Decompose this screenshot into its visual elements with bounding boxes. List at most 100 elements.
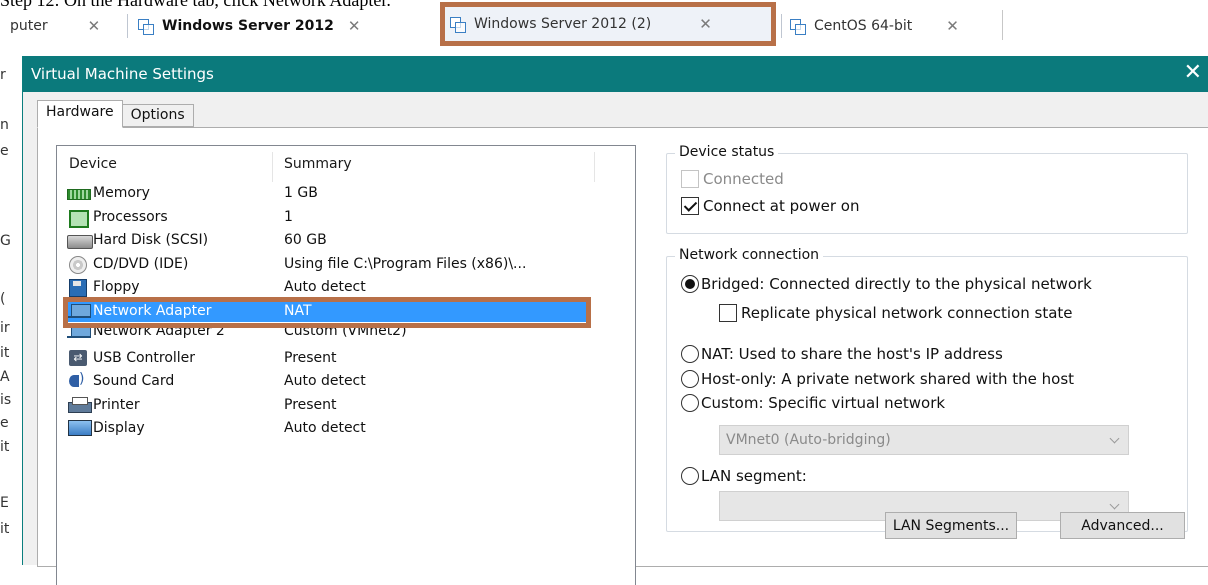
device-name: Floppy	[93, 279, 140, 295]
background-text: n	[0, 117, 9, 133]
device-cell: Processors	[67, 208, 168, 228]
background-text: e	[0, 415, 9, 431]
checkbox-box	[681, 170, 699, 188]
device-row-network-adapter[interactable]: Network Adapter NAT	[57, 296, 635, 328]
processor-icon	[67, 209, 91, 228]
column-header-summary[interactable]: Summary	[284, 156, 352, 172]
background-text: e	[0, 143, 9, 159]
display-icon	[67, 420, 92, 436]
tab-separator	[781, 14, 782, 38]
device-cell: Hard Disk (SCSI)	[67, 232, 209, 249]
tab-computer[interactable]: puter ✕	[10, 10, 100, 42]
background-text: G	[0, 233, 11, 249]
lan-segments-button[interactable]: LAN Segments...	[885, 512, 1017, 539]
device-name: Sound Card	[93, 373, 175, 389]
custom-radio[interactable]: Custom: Specific virtual network	[681, 394, 945, 412]
network-connection-title: Network connection	[675, 247, 824, 263]
radio-button	[681, 394, 699, 412]
device-row-network-adapter-2[interactable]: Network Adapter 2 Custom (VMnet2)	[57, 323, 635, 348]
virtual-machine-settings-dialog: Virtual Machine Settings ✕ Hardware Opti…	[22, 56, 1208, 585]
cd-dvd-icon	[67, 255, 91, 274]
device-name: Processors	[93, 208, 168, 225]
chevron-down-icon	[1109, 499, 1120, 510]
dialog-titlebar[interactable]: Virtual Machine Settings ✕	[23, 56, 1208, 92]
select-value: VMnet0 (Auto-bridging)	[726, 432, 891, 448]
checkbox-label: Replicate physical network connection st…	[741, 304, 1073, 322]
device-row-cd-dvd[interactable]: CD/DVD (IDE) Using file C:\Program Files…	[57, 254, 635, 278]
device-status-title: Device status	[675, 144, 779, 160]
device-row-memory[interactable]: Memory 1 GB	[57, 183, 635, 207]
connect-at-power-on-checkbox[interactable]: Connect at power on	[681, 197, 859, 215]
device-cell: CD/DVD (IDE)	[67, 255, 189, 274]
device-name: Display	[93, 420, 145, 436]
device-name: Printer	[93, 396, 140, 413]
device-summary: Auto detect	[284, 420, 366, 436]
device-name: Hard Disk (SCSI)	[93, 232, 209, 248]
replicate-state-checkbox[interactable]: Replicate physical network connection st…	[719, 304, 1073, 322]
hardware-tab-panel: Device Summary Memory 1 GB Processors 1 …	[37, 127, 1208, 585]
checkbox-label: Connect at power on	[703, 197, 860, 215]
checkbox-box	[719, 304, 737, 322]
connected-checkbox[interactable]: Connected	[681, 170, 784, 188]
checkbox-label: Connected	[703, 170, 784, 188]
radio-label: NAT: Used to share the host's IP address	[701, 345, 1003, 363]
radio-button	[681, 275, 699, 293]
tab-windows-server-2012[interactable]: Windows Server 2012 ✕	[137, 10, 360, 42]
device-row-floppy[interactable]: Floppy Auto detect	[57, 277, 635, 301]
device-cell: Network Adapter	[67, 303, 211, 319]
tab-label: Windows Server 2012 (2)	[474, 16, 652, 32]
host-only-radio[interactable]: Host-only: A private network shared with…	[681, 370, 1074, 388]
tab-hardware[interactable]: Hardware	[37, 100, 123, 128]
tab-label: Windows Server 2012	[162, 18, 334, 34]
device-cell: Memory	[67, 185, 150, 201]
column-separator[interactable]	[272, 152, 273, 182]
device-summary: Auto detect	[284, 279, 366, 295]
tab-close-icon[interactable]: ✕	[699, 15, 712, 33]
radio-label: Custom: Specific virtual network	[701, 394, 946, 412]
device-list[interactable]: Device Summary Memory 1 GB Processors 1 …	[56, 145, 636, 585]
device-cell: Printer	[67, 396, 140, 413]
printer-icon	[67, 396, 92, 413]
device-row-processors[interactable]: Processors 1	[57, 207, 635, 231]
device-cell: Display	[67, 420, 145, 436]
device-row-display[interactable]: Display Auto detect	[57, 418, 635, 442]
tab-label: puter	[10, 18, 48, 34]
device-row-hard-disk[interactable]: Hard Disk (SCSI) 60 GB	[57, 230, 635, 254]
device-name: Network Adapter 2	[93, 323, 225, 339]
radio-button	[681, 345, 699, 363]
device-summary: Present	[284, 349, 337, 366]
device-list-header: Device Summary	[57, 152, 635, 182]
advanced-button[interactable]: Advanced...	[1060, 512, 1185, 539]
close-icon[interactable]: ✕	[1184, 61, 1202, 85]
tab-close-icon[interactable]: ✕	[88, 17, 101, 35]
tab-close-icon[interactable]: ✕	[348, 17, 361, 35]
network-connection-group: Network connection Bridged: Connected di…	[666, 247, 1188, 532]
network-adapter-icon	[67, 303, 91, 319]
tab-label: CentOS 64-bit	[814, 18, 913, 34]
column-separator[interactable]	[594, 152, 595, 182]
device-name: CD/DVD (IDE)	[93, 255, 189, 272]
tab-bar-end	[1002, 10, 1003, 40]
tab-options[interactable]: Options	[122, 104, 194, 127]
radio-label: Host-only: A private network shared with…	[701, 370, 1075, 388]
device-summary: 60 GB	[284, 232, 327, 248]
nat-radio[interactable]: NAT: Used to share the host's IP address	[681, 345, 1003, 363]
device-row-printer[interactable]: Printer Present	[57, 395, 635, 419]
custom-network-select[interactable]: VMnet0 (Auto-bridging)	[719, 425, 1129, 455]
bridged-radio[interactable]: Bridged: Connected directly to the physi…	[681, 275, 1092, 293]
device-cell: Sound Card	[67, 371, 175, 389]
radio-label: LAN segment:	[701, 467, 807, 485]
device-summary: Auto detect	[284, 373, 366, 389]
column-header-device[interactable]: Device	[69, 156, 117, 172]
radio-button	[681, 370, 699, 388]
memory-icon	[67, 185, 91, 201]
tab-centos-64-bit[interactable]: CentOS 64-bit ✕	[789, 10, 959, 42]
device-row-sound-card[interactable]: Sound Card Auto detect	[57, 371, 635, 395]
background-text: it	[0, 521, 10, 537]
tab-windows-server-2012-2[interactable]: Windows Server 2012 (2) ✕	[440, 2, 776, 46]
device-cell: Network Adapter 2	[67, 323, 225, 339]
tab-close-icon[interactable]: ✕	[946, 17, 959, 35]
device-row-usb-controller[interactable]: USB Controller Present	[57, 348, 635, 372]
lan-segment-radio[interactable]: LAN segment:	[681, 467, 807, 485]
background-text: it	[0, 345, 10, 361]
